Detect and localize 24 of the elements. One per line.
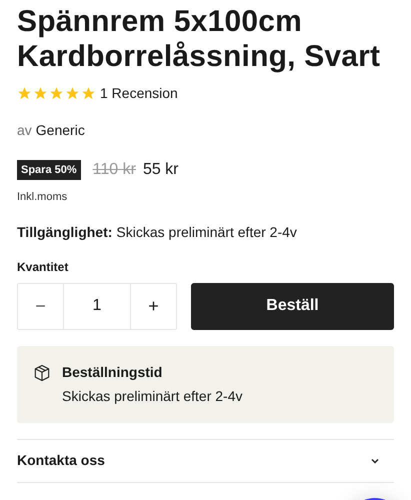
star-icon: [17, 86, 32, 101]
quantity-label: Kvantitet: [17, 258, 70, 276]
star-icon: [81, 86, 96, 101]
discount-badge: Spara 50%: [17, 160, 81, 180]
old-price: 110 kr: [92, 160, 136, 180]
plus-button[interactable]: +: [131, 284, 176, 328]
vendor-prefix: av: [17, 121, 32, 140]
tax-note: Inkl.moms: [17, 190, 68, 205]
availability-value: Skickas preliminärt efter 2-4v: [116, 222, 297, 242]
delivery-title: Beställningstid: [62, 362, 164, 382]
order-button[interactable]: Beställ: [191, 282, 394, 330]
current-price: 55 kr: [142, 160, 179, 180]
minus-button[interactable]: −: [18, 284, 63, 328]
vendor-link[interactable]: Generic: [36, 120, 85, 141]
delivery-text: Skickas preliminärt efter 2-4v: [62, 386, 243, 406]
star-icon: [65, 86, 80, 101]
star-icon: [33, 86, 48, 101]
accordion-header[interactable]: Kontakta oss: [17, 440, 394, 482]
availability-label: Tillgänglighet:: [17, 222, 112, 242]
star-icon: [49, 86, 64, 101]
quantity-input[interactable]: 1: [63, 284, 131, 328]
product-title: Spännrem 5x100cm Kardborrelåssning, Svart: [17, 4, 382, 74]
reviews-link[interactable]: 1 Recension: [100, 83, 178, 104]
box-icon: [32, 362, 52, 382]
